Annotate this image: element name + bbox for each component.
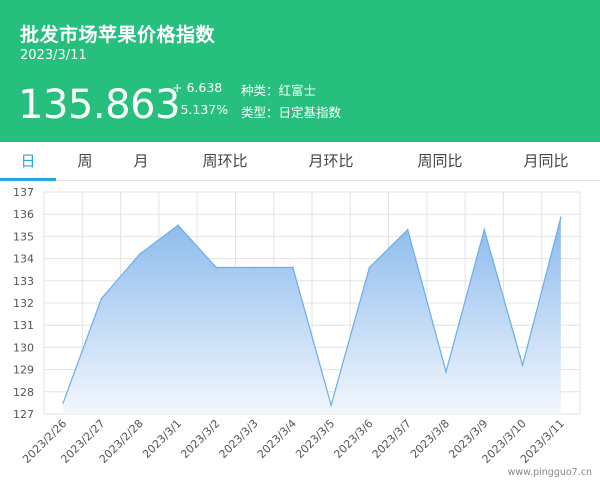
tab-week-year-on-year[interactable]: 周同比 <box>413 142 467 180</box>
watermark: www.pingguo7.cn <box>507 467 592 478</box>
page-title: 批发市场苹果价格指数 <box>20 24 216 46</box>
y-tick-label: 129 <box>13 364 34 377</box>
x-tick-label: 2023/3/8 <box>408 417 452 461</box>
y-tick-label: 135 <box>13 230 34 243</box>
data-point <box>291 266 294 269</box>
y-tick-label: 132 <box>13 297 34 310</box>
y-tick-label: 128 <box>13 386 34 399</box>
report-date: 2023/3/11 <box>20 48 87 63</box>
y-tick-label: 134 <box>13 253 34 266</box>
tab-week[interactable]: 周 <box>73 142 97 180</box>
y-tick-label: 136 <box>13 208 34 221</box>
tab-month-on-month[interactable]: 月环比 <box>304 142 358 180</box>
data-point <box>177 224 179 227</box>
x-tick-label: 2023/3/6 <box>331 417 375 461</box>
x-tick-label: 2023/3/5 <box>293 417 337 461</box>
variety-label: 种类：红富士 <box>241 83 317 98</box>
y-tick-label: 137 <box>13 186 34 199</box>
x-tick-label: 2023/3/4 <box>255 417 299 461</box>
index-type-label: 类型：日定基指数 <box>241 105 342 120</box>
data-point <box>406 228 409 231</box>
x-tick-label: 2023/3/7 <box>370 417 414 461</box>
data-point <box>253 266 256 269</box>
data-point <box>215 266 218 269</box>
x-tick-label: 2023/3/2 <box>178 417 222 461</box>
data-point <box>368 266 371 269</box>
y-tick-label: 133 <box>13 275 34 288</box>
x-tick-label: 2023/3/3 <box>217 417 261 461</box>
data-point <box>330 404 333 407</box>
data-point <box>62 401 65 404</box>
y-tick-label: 131 <box>13 319 34 332</box>
x-tick-label: 2023/3/1 <box>140 417 184 461</box>
y-tick-label: 130 <box>13 341 34 354</box>
data-point <box>559 216 562 219</box>
tab-month[interactable]: 月 <box>129 142 153 180</box>
tab-week-on-week[interactable]: 周环比 <box>198 142 252 180</box>
header-banner: 批发市场苹果价格指数 2023/3/11 135.863 + 6.638 ↑5.… <box>0 0 600 142</box>
tab-day[interactable]: 日 <box>0 142 56 180</box>
index-value: 135.863 <box>18 82 180 128</box>
period-tabs: 日 周 月 周环比 月环比 周同比 月同比 <box>0 142 600 181</box>
change-percent: ↑5.137% <box>170 102 229 117</box>
data-point <box>445 370 447 373</box>
data-point <box>483 228 486 231</box>
price-index-chart: 1271281291301311321331341351361372023/2/… <box>13 186 581 466</box>
data-point <box>100 297 103 300</box>
y-tick-label: 127 <box>13 408 34 421</box>
data-point <box>521 364 524 367</box>
data-point <box>138 253 141 256</box>
change-value: + 6.638 <box>172 80 223 95</box>
tab-month-year-on-year[interactable]: 月同比 <box>519 142 573 180</box>
